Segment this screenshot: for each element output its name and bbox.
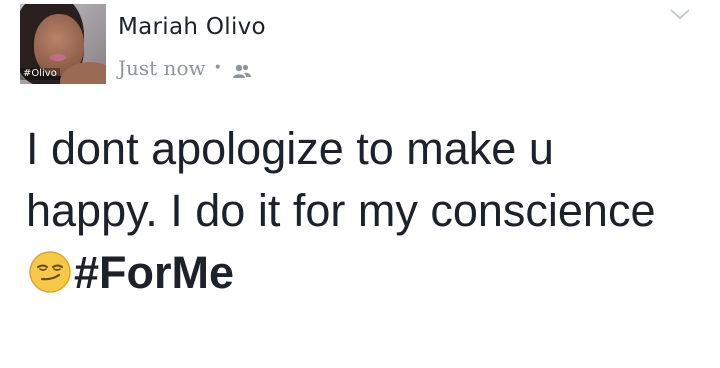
avatar-tag: #Olivo: [20, 68, 60, 80]
post-body: I dont apologize to make u happy. I do i…: [26, 118, 686, 304]
author-name[interactable]: Mariah Olivo: [118, 14, 266, 40]
chevron-down-icon[interactable]: [668, 6, 692, 22]
post-meta: Just now •: [118, 56, 252, 80]
post-card: #Olivo Mariah Olivo Just now • I dont ap…: [0, 0, 720, 368]
smirking-face-emoji: [28, 248, 72, 293]
avatar-lips: [50, 54, 66, 61]
meta-separator: •: [213, 60, 222, 76]
hashtag-link[interactable]: #ForMe: [74, 247, 234, 298]
friends-icon[interactable]: [232, 60, 252, 78]
avatar[interactable]: #Olivo: [20, 4, 106, 84]
post-text: I dont apologize to make u happy. I do i…: [26, 123, 656, 236]
timestamp[interactable]: Just now: [118, 56, 206, 80]
